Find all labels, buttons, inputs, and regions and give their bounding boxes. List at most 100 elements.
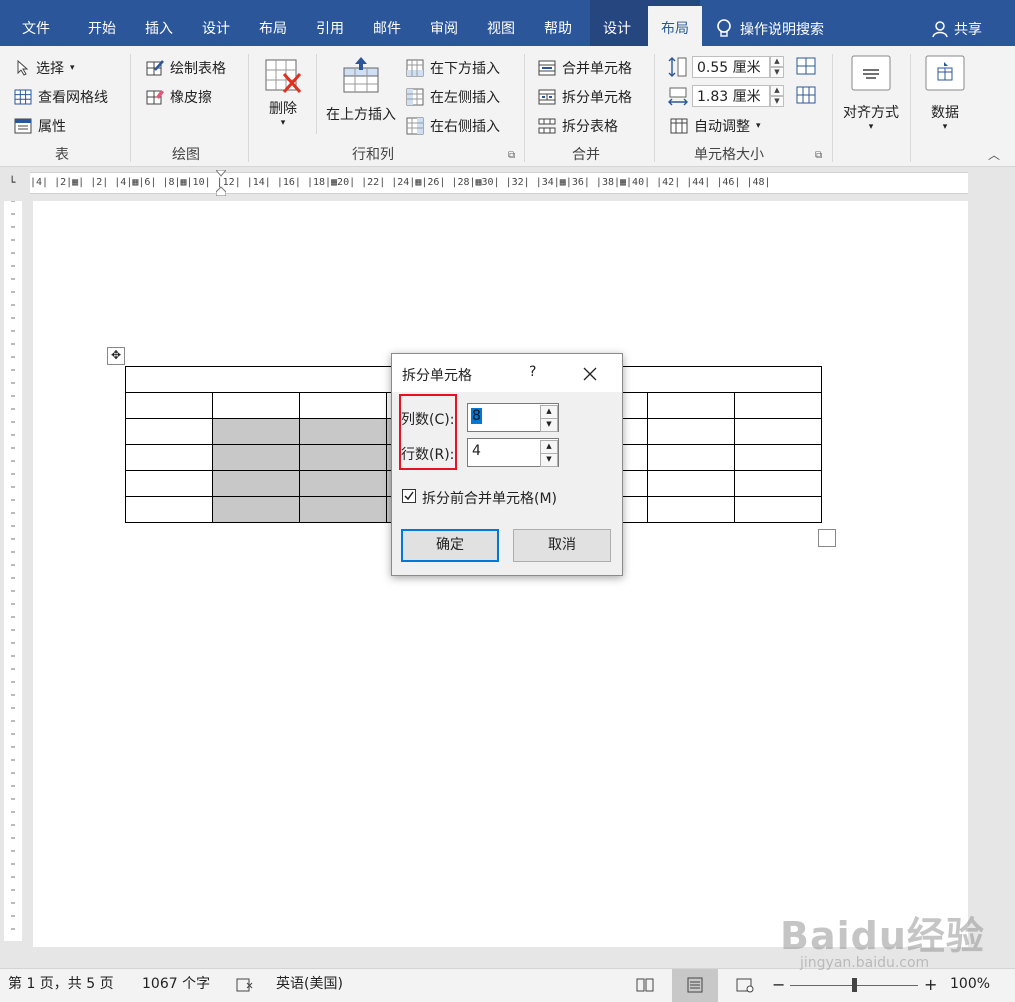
- insert-below-button[interactable]: 在下方插入: [406, 58, 500, 78]
- tab-mailings[interactable]: 邮件: [363, 0, 411, 46]
- table-move-handle-icon[interactable]: ✥: [107, 347, 125, 365]
- dialog-launcher-icon[interactable]: ⧉: [815, 150, 822, 161]
- print-layout-button[interactable]: [672, 969, 718, 1002]
- row-height-input[interactable]: 0.55 厘米: [692, 56, 770, 78]
- columns-spin-up[interactable]: ▲: [540, 405, 558, 419]
- alignment-button[interactable]: 对齐方式 ▾: [838, 54, 904, 144]
- merge-before-split-label[interactable]: 拆分前合并单元格(M): [422, 488, 557, 508]
- tab-insert[interactable]: 插入: [135, 0, 183, 46]
- draw-table-button[interactable]: 绘制表格: [146, 58, 226, 78]
- selected-cell[interactable]: [299, 470, 387, 497]
- table-cell[interactable]: [125, 470, 213, 497]
- group-label-cell-size: 单元格大小: [694, 147, 764, 163]
- table-cell[interactable]: [647, 470, 735, 497]
- tab-table-layout[interactable]: 布局: [648, 6, 702, 46]
- table-cell[interactable]: [734, 470, 822, 497]
- selected-cell[interactable]: [212, 470, 300, 497]
- rows-input[interactable]: 4 ▲ ▼: [467, 438, 559, 467]
- split-cells-button[interactable]: 拆分单元格: [538, 87, 632, 107]
- table-cell[interactable]: [647, 496, 735, 523]
- table-cell[interactable]: [734, 496, 822, 523]
- table-resize-handle-icon[interactable]: [818, 529, 836, 547]
- row-height-spin-down[interactable]: ▼: [770, 67, 784, 78]
- selected-cell[interactable]: [299, 496, 387, 523]
- columns-spin-down[interactable]: ▼: [540, 418, 558, 432]
- horizontal-ruler[interactable]: |4| |2|▦| |2| |4|▦|6| |8|▦|10| |12| |14|…: [30, 172, 968, 194]
- delete-button[interactable]: 删除 ▾: [260, 58, 306, 144]
- web-layout-icon[interactable]: [736, 977, 754, 993]
- zoom-slider-thumb[interactable]: [852, 978, 857, 992]
- proofing-icon[interactable]: [236, 977, 254, 993]
- tab-help[interactable]: 帮助: [534, 0, 582, 46]
- table-cell[interactable]: [647, 418, 735, 445]
- column-width-spin-up[interactable]: ▲: [770, 85, 784, 96]
- table-cell[interactable]: [125, 418, 213, 445]
- page-count[interactable]: 第 1 页，共 5 页: [8, 969, 114, 1002]
- dialog-title: 拆分单元格: [402, 368, 472, 384]
- merge-before-split-checkbox[interactable]: [402, 489, 416, 503]
- tab-table-design[interactable]: 设计: [593, 0, 641, 46]
- table-cell[interactable]: [647, 392, 735, 419]
- insert-right-button[interactable]: 在右侧插入: [406, 116, 500, 136]
- select-button[interactable]: 选择 ▾: [16, 58, 75, 78]
- table-cell[interactable]: [125, 444, 213, 471]
- selected-cell[interactable]: [299, 444, 387, 471]
- tab-review[interactable]: 审阅: [420, 0, 468, 46]
- indent-marker-icon[interactable]: [214, 169, 228, 197]
- table-cell[interactable]: [125, 496, 213, 523]
- dialog-launcher-icon[interactable]: ⧉: [508, 150, 515, 161]
- close-icon[interactable]: [583, 367, 597, 381]
- split-table-button[interactable]: 拆分表格: [538, 116, 618, 136]
- cancel-button[interactable]: 取消: [513, 529, 611, 562]
- table-cell[interactable]: [734, 418, 822, 445]
- data-button[interactable]: 数据 ▾: [918, 54, 972, 144]
- zoom-out-button[interactable]: −: [772, 969, 785, 1002]
- selected-cell[interactable]: [212, 444, 300, 471]
- rows-spin-down[interactable]: ▼: [540, 453, 558, 467]
- view-gridlines-button[interactable]: 查看网格线: [14, 87, 108, 107]
- read-mode-icon[interactable]: [636, 977, 654, 993]
- collapse-ribbon-icon[interactable]: ︿: [988, 146, 1000, 163]
- table-cell[interactable]: [734, 444, 822, 471]
- help-button[interactable]: ?: [529, 364, 536, 380]
- table-cell[interactable]: [212, 392, 300, 419]
- table-cell[interactable]: [125, 392, 213, 419]
- row-height-spin-up[interactable]: ▲: [770, 56, 784, 67]
- zoom-level[interactable]: 100%: [950, 969, 990, 1002]
- split-cells-label: 拆分单元格: [562, 90, 632, 106]
- share-button[interactable]: 共享: [932, 0, 992, 52]
- selected-cell[interactable]: [212, 418, 300, 445]
- merge-cells-button[interactable]: 合并单元格: [538, 58, 632, 78]
- tab-design[interactable]: 设计: [192, 0, 240, 46]
- insert-above-button[interactable]: 在上方插入: [322, 56, 400, 136]
- insert-left-button[interactable]: 在左侧插入: [406, 87, 500, 107]
- dialog-titlebar[interactable]: 拆分单元格 ?: [392, 354, 622, 392]
- vertical-ruler[interactable]: [4, 200, 22, 941]
- table-cell[interactable]: [734, 392, 822, 419]
- columns-input[interactable]: 8 ▲ ▼: [467, 403, 559, 432]
- alignment-label: 对齐方式: [843, 105, 899, 121]
- eraser-button[interactable]: 橡皮擦: [146, 87, 212, 107]
- tell-me-search[interactable]: 操作说明搜索: [716, 0, 856, 52]
- tab-file[interactable]: 文件: [12, 0, 60, 46]
- column-width-input[interactable]: 1.83 厘米: [692, 85, 770, 107]
- zoom-in-button[interactable]: +: [924, 969, 937, 1002]
- distribute-rows-icon[interactable]: [796, 57, 816, 75]
- column-width-spin-down[interactable]: ▼: [770, 96, 784, 107]
- properties-button[interactable]: 属性: [14, 116, 66, 136]
- tab-home[interactable]: 开始: [78, 0, 126, 46]
- tab-stop-selector[interactable]: └: [5, 176, 19, 190]
- selected-cell[interactable]: [299, 418, 387, 445]
- word-count[interactable]: 1067 个字: [142, 969, 210, 1002]
- table-cell[interactable]: [299, 392, 387, 419]
- rows-spin-up[interactable]: ▲: [540, 440, 558, 454]
- autofit-button[interactable]: 自动调整 ▾: [670, 116, 761, 136]
- tab-layout[interactable]: 布局: [249, 0, 297, 46]
- tab-references[interactable]: 引用: [306, 0, 354, 46]
- distribute-columns-icon[interactable]: [796, 86, 816, 104]
- language[interactable]: 英语(美国): [276, 969, 343, 1002]
- selected-cell[interactable]: [212, 496, 300, 523]
- table-cell[interactable]: [647, 444, 735, 471]
- tab-view[interactable]: 视图: [477, 0, 525, 46]
- ok-button[interactable]: 确定: [401, 529, 499, 562]
